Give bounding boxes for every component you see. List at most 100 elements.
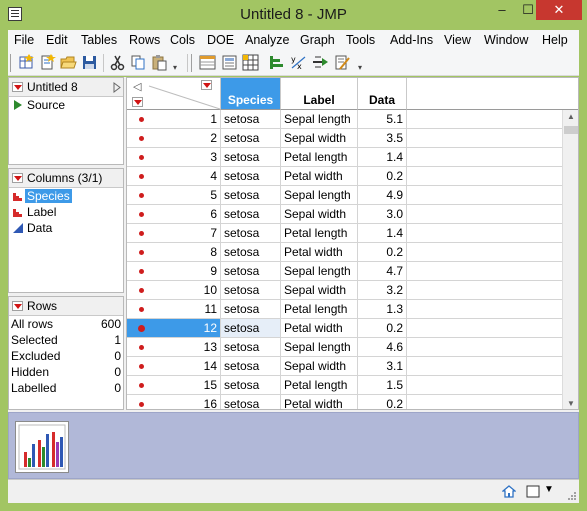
row-number-cell[interactable]: 9	[127, 262, 221, 281]
table-red-triangle-icon[interactable]	[12, 82, 23, 92]
data-cell[interactable]: 0.2	[358, 319, 407, 338]
data-cell[interactable]: 3.5	[358, 129, 407, 148]
data-cell[interactable]: 4.7	[358, 262, 407, 281]
species-cell[interactable]: setosa	[221, 224, 281, 243]
species-cell[interactable]: setosa	[221, 357, 281, 376]
table-script-item[interactable]: Source	[9, 97, 123, 113]
label-cell[interactable]: Petal length	[281, 376, 358, 395]
table-row[interactable]: 11 setosa Petal length 1.3	[127, 300, 578, 319]
menu-window[interactable]: Window	[484, 33, 528, 47]
row-number-cell[interactable]: 1	[127, 110, 221, 129]
home-icon[interactable]	[502, 485, 516, 498]
data-cell[interactable]: 3.2	[358, 281, 407, 300]
species-cell[interactable]: setosa	[221, 186, 281, 205]
data-cell[interactable]: 0.2	[358, 395, 407, 409]
table-row[interactable]: 13 setosa Sepal length 4.6	[127, 338, 578, 357]
label-cell[interactable]: Petal width	[281, 243, 358, 262]
data-cell[interactable]: 4.9	[358, 186, 407, 205]
label-cell[interactable]: Petal length	[281, 148, 358, 167]
toolbar-overflow-icon[interactable]: ▾	[358, 63, 362, 72]
run-script-icon[interactable]	[13, 100, 22, 110]
row-number-cell[interactable]: 3	[127, 148, 221, 167]
species-cell[interactable]: setosa	[221, 129, 281, 148]
label-cell[interactable]: Sepal length	[281, 186, 358, 205]
species-cell[interactable]: setosa	[221, 300, 281, 319]
species-cell[interactable]: setosa	[221, 148, 281, 167]
row-number-cell[interactable]: 12	[127, 319, 221, 338]
column-header-species[interactable]: Species	[221, 78, 281, 110]
species-cell[interactable]: setosa	[221, 205, 281, 224]
table-row[interactable]: 16 setosa Petal width 0.2	[127, 395, 578, 409]
data-cell[interactable]: 1.5	[358, 376, 407, 395]
table-row[interactable]: 1 setosa Sepal length 5.1	[127, 110, 578, 129]
data-table-list-icon[interactable]	[199, 54, 216, 71]
row-number-cell[interactable]: 4	[127, 167, 221, 186]
data-cell[interactable]: 3.0	[358, 205, 407, 224]
table-row[interactable]: 10 setosa Sepal width 3.2	[127, 281, 578, 300]
rows-all[interactable]: All rows 600	[9, 316, 123, 332]
table-name[interactable]: Untitled 8	[27, 80, 78, 94]
menu-add-ins[interactable]: Add-Ins	[390, 33, 433, 47]
toolbar-grip[interactable]	[191, 54, 192, 72]
label-cell[interactable]: Sepal width	[281, 357, 358, 376]
species-cell[interactable]: setosa	[221, 319, 281, 338]
window-list-dropdown-icon[interactable]: ▼	[544, 484, 554, 495]
close-button[interactable]: ✕	[536, 0, 582, 20]
row-number-cell[interactable]: 16	[127, 395, 221, 409]
label-cell[interactable]: Petal length	[281, 224, 358, 243]
menu-edit[interactable]: Edit	[46, 33, 68, 47]
data-cell[interactable]: 3.1	[358, 357, 407, 376]
column-header-data[interactable]: Data	[358, 78, 407, 110]
rows-hidden[interactable]: Hidden 0	[9, 364, 123, 380]
toolbar-grip[interactable]	[10, 54, 11, 72]
menu-rows[interactable]: Rows	[129, 33, 160, 47]
table-row[interactable]: 3 setosa Petal length 1.4	[127, 148, 578, 167]
menu-help[interactable]: Help	[542, 33, 568, 47]
table-row[interactable]: 9 setosa Sepal length 4.7	[127, 262, 578, 281]
menu-tables[interactable]: Tables	[81, 33, 117, 47]
label-cell[interactable]: Petal length	[281, 300, 358, 319]
table-row[interactable]: 12 setosa Petal width 0.2	[127, 319, 578, 338]
rows-selected[interactable]: Selected 1	[9, 332, 123, 348]
resize-grip-icon[interactable]	[567, 491, 577, 501]
script-icon[interactable]	[334, 54, 351, 71]
menu-cols[interactable]: Cols	[170, 33, 195, 47]
report-thumbnail[interactable]	[15, 421, 69, 473]
row-number-cell[interactable]: 7	[127, 224, 221, 243]
cut-icon[interactable]	[109, 54, 126, 71]
label-cell[interactable]: Petal width	[281, 319, 358, 338]
row-number-cell[interactable]: 14	[127, 357, 221, 376]
menu-view[interactable]: View	[444, 33, 471, 47]
rows-labelled[interactable]: Labelled 0	[9, 380, 123, 396]
paste-icon[interactable]	[151, 54, 168, 71]
table-icon[interactable]	[242, 54, 259, 71]
fit-model-icon[interactable]	[312, 54, 329, 71]
table-row[interactable]: 6 setosa Sepal width 3.0	[127, 205, 578, 224]
columns-red-triangle-icon[interactable]	[12, 173, 23, 183]
row-number-cell[interactable]: 8	[127, 243, 221, 262]
window-list-icon[interactable]	[526, 485, 540, 498]
open-icon[interactable]	[60, 54, 77, 71]
copy-icon[interactable]	[130, 54, 147, 71]
row-number-cell[interactable]: 6	[127, 205, 221, 224]
menu-tools[interactable]: Tools	[346, 33, 375, 47]
vertical-scrollbar[interactable]: ▲ ▼	[562, 110, 578, 409]
column-item-species[interactable]: Species	[9, 188, 123, 204]
data-cell[interactable]: 0.2	[358, 243, 407, 262]
rows-excluded[interactable]: Excluded 0	[9, 348, 123, 364]
data-cell[interactable]: 0.2	[358, 167, 407, 186]
data-cell[interactable]: 4.6	[358, 338, 407, 357]
row-number-cell[interactable]: 10	[127, 281, 221, 300]
label-cell[interactable]: Sepal length	[281, 262, 358, 281]
label-cell[interactable]: Sepal width	[281, 281, 358, 300]
species-cell[interactable]: setosa	[221, 243, 281, 262]
new-script-icon[interactable]	[39, 54, 56, 71]
row-number-cell[interactable]: 5	[127, 186, 221, 205]
label-cell[interactable]: Sepal length	[281, 338, 358, 357]
column-header-label[interactable]: Label	[281, 78, 358, 110]
species-cell[interactable]: setosa	[221, 262, 281, 281]
scroll-down-icon[interactable]: ▼	[567, 399, 575, 408]
label-cell[interactable]: Petal width	[281, 167, 358, 186]
species-cell[interactable]: setosa	[221, 395, 281, 409]
label-cell[interactable]: Sepal length	[281, 110, 358, 129]
